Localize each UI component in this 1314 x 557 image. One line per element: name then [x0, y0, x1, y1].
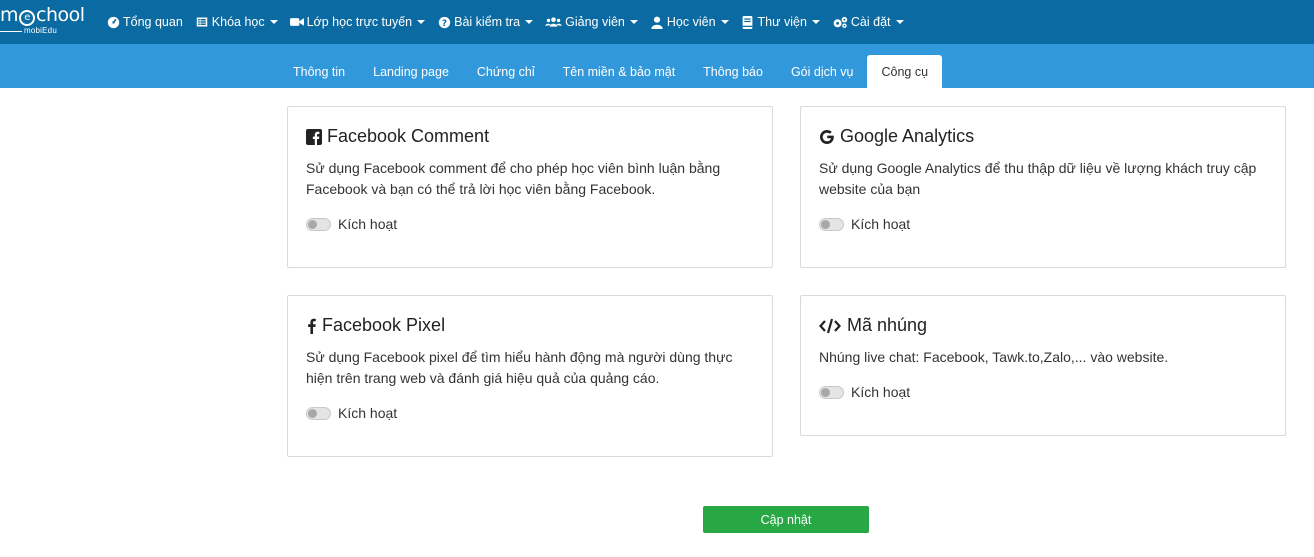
card-description-line: website của bạn — [819, 181, 921, 197]
nav-item-khoa-hoc[interactable]: Khóa học — [195, 15, 278, 29]
tab-thong-bao[interactable]: Thông báo — [689, 55, 777, 88]
card-title: Facebook Comment — [306, 126, 489, 147]
card-description-line: Nhúng live chat: Facebook, Tawk.to,Zalo,… — [819, 349, 1169, 365]
card-description: Sử dụng Facebook comment để cho phép học… — [306, 158, 720, 200]
users-icon — [545, 15, 562, 29]
card-title-text: Google Analytics — [840, 126, 975, 146]
activate-toggle-row: Kích hoạt — [819, 384, 910, 400]
activate-toggle[interactable] — [306, 406, 331, 420]
card-description: Nhúng live chat: Facebook, Tawk.to,Zalo,… — [819, 347, 1168, 368]
update-button[interactable]: Cập nhật — [703, 506, 869, 533]
settings-tabs: Thông tin Landing page Chứng chỉ Tên miề… — [279, 55, 943, 88]
toggle-label: Kích hoạt — [338, 405, 398, 421]
user-icon — [650, 15, 664, 29]
facebook-pixel-card: Facebook Pixel Sử dụng Facebook pixel để… — [287, 295, 773, 457]
card-description: Sử dụng Facebook pixel để tìm hiểu hành … — [306, 347, 732, 389]
card-title-text: Mã nhúng — [847, 315, 928, 335]
card-description-line: Sử dụng Facebook comment để cho phép học… — [306, 160, 721, 176]
card-title: Facebook Pixel — [306, 315, 445, 336]
activate-toggle[interactable] — [306, 217, 331, 231]
facebook-comment-card: Facebook Comment Sử dụng Facebook commen… — [287, 106, 773, 268]
facebook-f-icon — [306, 318, 316, 334]
nav-item-tong-quan[interactable]: Tổng quan — [106, 15, 183, 29]
facebook-square-icon — [306, 128, 322, 145]
nav-item-hoc-vien[interactable]: Học viên — [650, 15, 729, 29]
nav-label: Cài đặt — [850, 15, 891, 29]
card-title: Google Analytics — [819, 126, 974, 147]
nav-label: Học viên — [666, 15, 716, 29]
nav-item-bai-kiem-tra[interactable]: ? Bài kiểm tra — [437, 15, 534, 29]
chevron-down-icon — [525, 20, 534, 24]
tab-chung-chi[interactable]: Chứng chỉ — [463, 55, 549, 88]
list-icon — [195, 15, 209, 29]
tab-ten-mien-bao-mat[interactable]: Tên miền & bảo mật — [549, 55, 690, 88]
nav-item-cai-dat[interactable]: Cài đặt — [832, 15, 904, 29]
chevron-down-icon — [269, 20, 278, 24]
gears-icon — [832, 15, 848, 29]
dashboard-icon — [106, 15, 120, 29]
top-navbar: m e chool mobiEdu Tổng quan Khóa học Lớp h… — [0, 0, 1314, 44]
chevron-down-icon — [720, 20, 729, 24]
main-nav: Tổng quan Khóa học Lớp học trực tuyến ? … — [106, 0, 916, 44]
question-circle-icon: ? — [437, 15, 451, 29]
chevron-down-icon — [895, 20, 904, 24]
card-title: Mã nhúng — [819, 315, 927, 336]
svg-text:?: ? — [442, 18, 447, 28]
book-icon — [741, 15, 755, 29]
activate-toggle-row: Kích hoạt — [819, 216, 910, 232]
settings-tab-bar: Thông tin Landing page Chứng chỉ Tên miề… — [0, 44, 1314, 88]
card-description: Sử dụng Google Analytics để thu thập dữ … — [819, 158, 1256, 200]
activate-toggle-row: Kích hoạt — [306, 405, 397, 421]
tab-thong-tin[interactable]: Thông tin — [279, 55, 359, 88]
mschool-logo[interactable]: m e chool mobiEdu — [0, 4, 92, 38]
toggle-knob — [308, 408, 317, 418]
toggle-label: Kích hoạt — [851, 216, 911, 232]
card-title-text: Facebook Pixel — [322, 315, 446, 335]
logo-brand-text: m e chool — [0, 4, 85, 26]
card-description-line: Sử dụng Google Analytics để thu thập dữ … — [819, 160, 1257, 176]
logo-sub-text: mobiEdu — [24, 26, 57, 35]
toggle-label: Kích hoạt — [338, 216, 398, 232]
card-title-text: Facebook Comment — [327, 126, 490, 146]
chevron-down-icon — [811, 20, 820, 24]
nav-label: Lớp học trực tuyến — [306, 15, 413, 29]
nav-label: Thư viện — [757, 15, 807, 29]
nav-item-giang-vien[interactable]: Giảng viên — [545, 15, 638, 29]
nav-item-lop-hoc-truc-tuyen[interactable]: Lớp học trực tuyến — [289, 15, 426, 29]
toggle-knob — [821, 387, 830, 397]
card-description-line: Sử dụng Facebook pixel để tìm hiểu hành … — [306, 349, 733, 365]
activate-toggle-row: Kích hoạt — [306, 216, 397, 232]
card-description-line: Facebook và bạn có thể trả lời học viên … — [306, 181, 656, 197]
nav-label: Giảng viên — [565, 15, 625, 29]
nav-label: Bài kiểm tra — [454, 15, 521, 29]
nav-label: Khóa học — [211, 15, 265, 29]
tab-landing-page[interactable]: Landing page — [359, 55, 463, 88]
google-analytics-card: Google Analytics Sử dụng Google Analytic… — [800, 106, 1286, 268]
activate-toggle[interactable] — [819, 217, 844, 231]
logo-divider — [0, 31, 22, 32]
chevron-down-icon — [629, 20, 638, 24]
activate-toggle[interactable] — [819, 385, 844, 399]
toggle-knob — [308, 219, 317, 229]
google-icon — [819, 129, 835, 145]
card-description-line: hiện trên trang web và đánh giá hiệu quả… — [306, 370, 660, 386]
toggle-label: Kích hoạt — [851, 384, 911, 400]
video-camera-icon — [289, 15, 304, 29]
embed-code-card: Mã nhúng Nhúng live chat: Facebook, Tawk… — [800, 295, 1286, 436]
code-icon — [819, 318, 841, 334]
nav-label: Tổng quan — [123, 15, 183, 29]
toggle-knob — [821, 219, 830, 229]
nav-item-thu-vien[interactable]: Thư viện — [741, 15, 820, 29]
tab-goi-dich-vu[interactable]: Gói dịch vụ — [777, 55, 868, 88]
tab-cong-cu[interactable]: Công cụ — [867, 55, 943, 88]
chevron-down-icon — [417, 20, 426, 24]
